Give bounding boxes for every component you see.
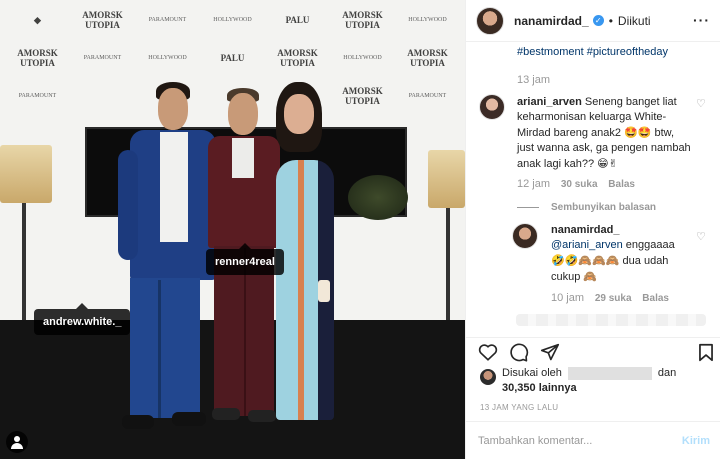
reply-emoji: 🙈: [583, 270, 598, 283]
backdrop-logo: AMORSK UTOPIA: [82, 10, 123, 30]
backdrop-logo: PARAMOUNT: [83, 55, 122, 61]
backdrop-logo: ◆: [34, 15, 41, 25]
like-icon[interactable]: [478, 343, 498, 366]
header-username[interactable]: nanamirdad_: [514, 14, 589, 28]
post-photo[interactable]: ◆ AMORSK UTOPIA PARAMOUNT HOLLYWOOD PALU…: [0, 0, 465, 459]
reply-avatar[interactable]: [512, 223, 538, 249]
reply-mention[interactable]: @ariani_arven: [551, 239, 623, 251]
avatar[interactable]: [476, 6, 504, 35]
comment-avatar[interactable]: [479, 94, 505, 120]
header-separator: •: [608, 13, 613, 28]
comment-likes[interactable]: 30 suka: [561, 179, 598, 190]
add-comment-input[interactable]: [478, 430, 658, 452]
backdrop-logo: PALU: [285, 15, 310, 25]
reply-likes[interactable]: 29 suka: [595, 293, 632, 304]
reply-time[interactable]: 10 jam: [551, 292, 584, 304]
tagged-users-icon[interactable]: [6, 431, 28, 453]
backdrop-logo: AMORSK UTOPIA: [277, 48, 318, 68]
more-options-icon[interactable]: ···: [693, 12, 710, 28]
backdrop-logo: AMORSK UTOPIA: [17, 48, 58, 68]
likes-summary: Disukai oleh dan 30,350 lainnya: [502, 366, 677, 394]
backdrop-logo: HOLLYWOOD: [408, 17, 447, 23]
plant: [348, 175, 408, 220]
comment-icon[interactable]: [509, 343, 529, 367]
share-icon[interactable]: [540, 343, 560, 367]
post-header: nanamirdad_ ✓ • Diikuti ···: [466, 0, 720, 42]
comment-emoji: 🤩🤩: [624, 126, 652, 139]
comment-username[interactable]: ariani_arven: [517, 96, 582, 108]
likes-count[interactable]: 30,350 lainnya: [502, 382, 577, 394]
liked-by-avatar[interactable]: [480, 369, 496, 385]
lamp-right: [428, 150, 465, 208]
bookmark-icon[interactable]: [698, 343, 714, 367]
comments-list[interactable]: #bestmoment #pictureoftheday 13 jam aria…: [466, 42, 720, 337]
comment-time[interactable]: 12 jam: [517, 178, 550, 190]
post-time[interactable]: 13 JAM YANG LALU: [480, 403, 558, 412]
backdrop-logo: HOLLYWOOD: [148, 55, 187, 61]
backdrop-logo: HOLLYWOOD: [343, 55, 382, 61]
liked-by-username-redacted[interactable]: [567, 366, 652, 380]
backdrop-logo: PARAMOUNT: [148, 17, 187, 23]
comment-reply-button[interactable]: Balas: [608, 179, 635, 190]
hide-replies-button[interactable]: Sembunyikan balasan: [517, 202, 656, 213]
reply-username[interactable]: nanamirdad_: [551, 224, 619, 236]
backdrop-logo: AMORSK UTOPIA: [342, 10, 383, 30]
caption-time[interactable]: 13 jam: [517, 74, 550, 86]
reply-meta: 10 jam 29 suka Balas: [551, 292, 669, 304]
add-comment-bar: Kirim: [466, 421, 720, 459]
comment-meta: 12 jam 30 suka Balas: [517, 178, 635, 190]
reply-emoji: 🤣🤣🙈🙈🙈: [551, 254, 620, 267]
blurred-comment: [516, 314, 706, 326]
lamp-left: [0, 145, 52, 203]
verified-badge-icon: ✓: [592, 15, 604, 26]
reply-like-icon[interactable]: ♡: [696, 232, 706, 243]
follow-status-button[interactable]: Diikuti: [618, 14, 651, 28]
comment-like-icon[interactable]: ♡: [696, 99, 706, 110]
post-actions: [466, 337, 720, 365]
photo-tag-renner[interactable]: renner4real: [206, 243, 284, 275]
backdrop-logo: PARAMOUNT: [18, 93, 57, 99]
comment-text: ariani_arven Seneng banget liat keharmon…: [517, 96, 691, 170]
reply-text: nanamirdad_ @ariani_arven enggaaaa 🤣🤣🙈🙈🙈…: [551, 224, 675, 283]
send-comment-button[interactable]: Kirim: [682, 435, 710, 447]
backdrop-logo: PARAMOUNT: [408, 93, 447, 99]
reply-reply-button[interactable]: Balas: [642, 293, 669, 304]
backdrop-logo: PALU: [220, 53, 245, 63]
lamp-pole: [446, 208, 450, 338]
backdrop-logo: HOLLYWOOD: [213, 17, 252, 23]
backdrop-logo: AMORSK UTOPIA: [407, 48, 448, 68]
caption-hashtags[interactable]: #bestmoment #pictureoftheday: [517, 46, 668, 58]
comment-emoji: 😁✌: [597, 157, 618, 170]
photo-tag-andrew[interactable]: andrew.white._: [34, 303, 131, 335]
post-side-panel: nanamirdad_ ✓ • Diikuti ··· #bestmoment …: [465, 0, 720, 459]
